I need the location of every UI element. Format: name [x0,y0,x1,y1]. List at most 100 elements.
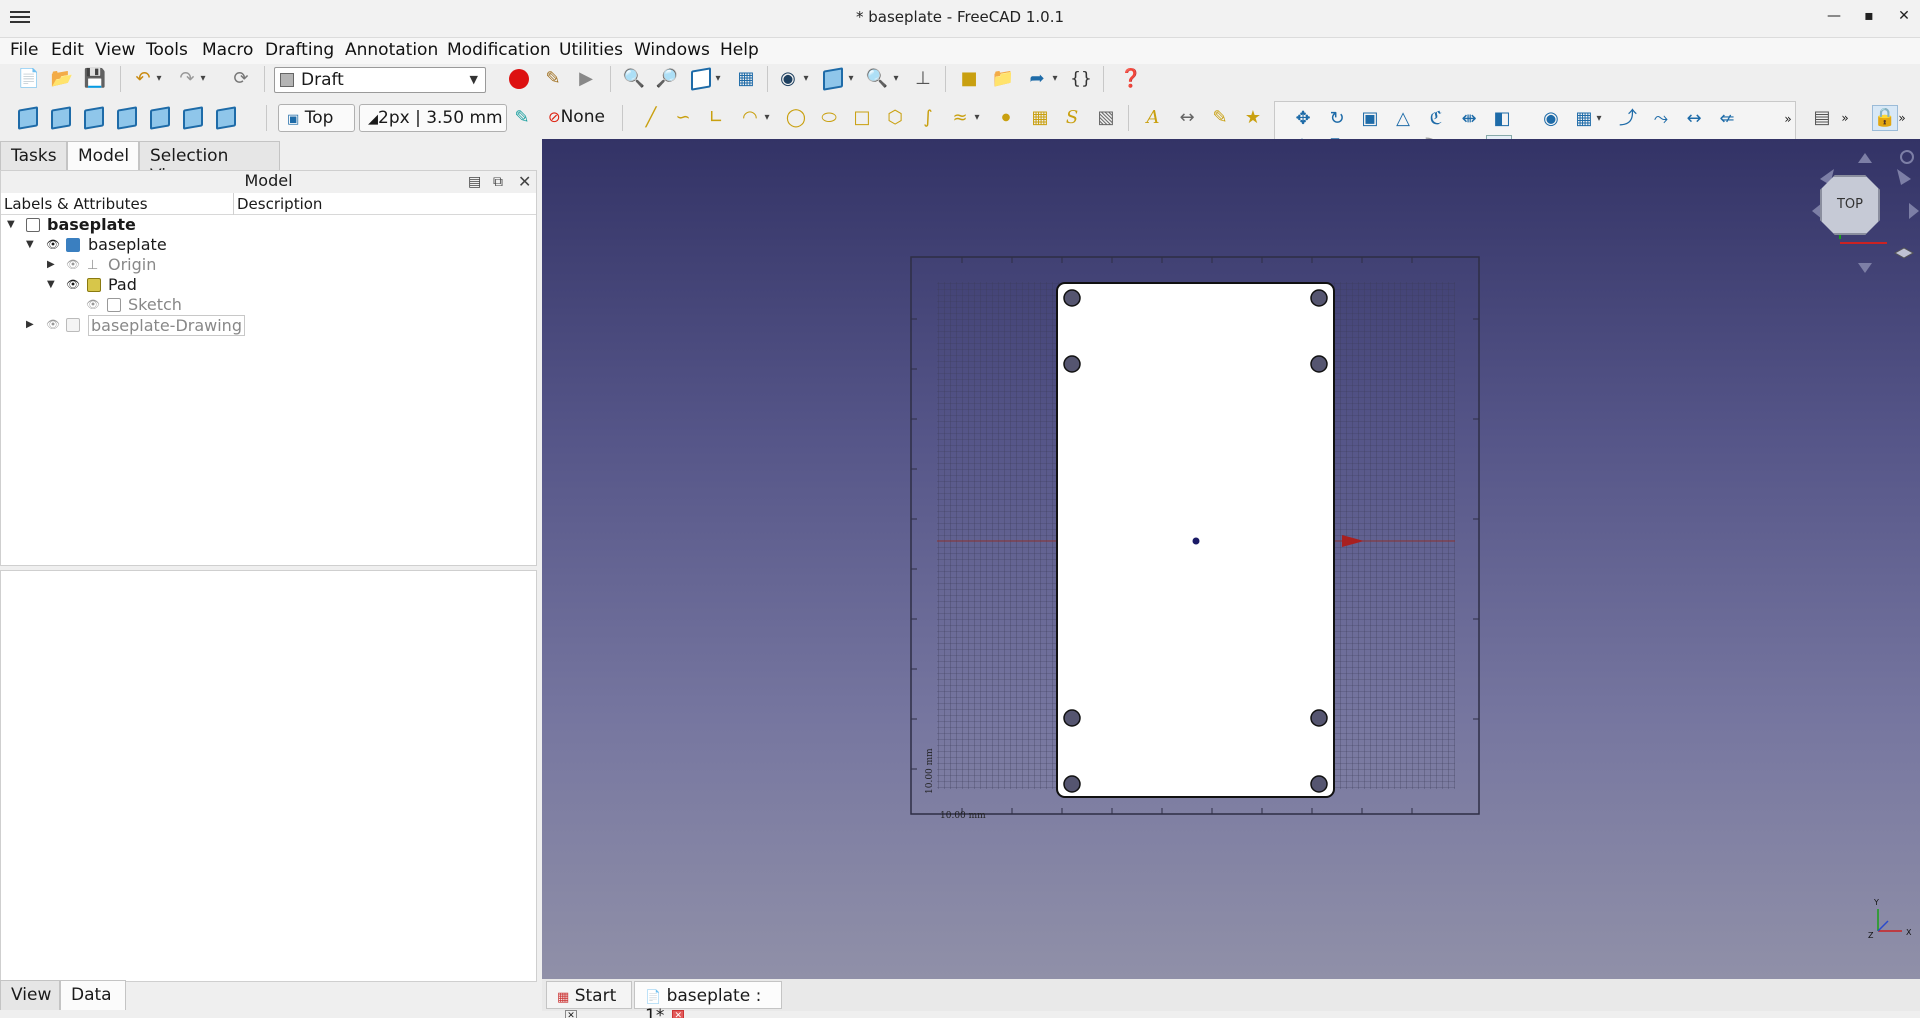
hole[interactable] [1310,709,1328,727]
draw-style-icon[interactable] [688,66,714,92]
menu-macro[interactable]: Macro [202,40,253,60]
draft-ellipse-icon[interactable]: ⬭ [816,105,842,131]
std-views-icon[interactable] [820,66,846,92]
menu-help[interactable]: Help [720,40,759,60]
move-icon[interactable]: ✥ [1290,106,1316,132]
array-dropdown-icon[interactable]: ▾ [1593,106,1605,132]
close-tab-icon[interactable]: ✕ [565,1010,577,1018]
clone-icon[interactable]: ◉ [1538,106,1564,132]
view-bottom-icon[interactable] [180,105,206,131]
tree-item-body[interactable]: ▼ 👁 baseplate [7,235,527,255]
nav-down-arrow-icon[interactable] [1858,263,1872,273]
3d-viewport[interactable]: 10.00 mm 10.00 mm Y X Z [542,139,1920,979]
menu-file[interactable]: File [10,40,38,60]
stereo-icon[interactable]: ◉ [775,66,801,92]
draw-style-dropdown-icon[interactable]: ▾ [712,66,724,92]
upgrade-icon[interactable]: ⇍ [1714,106,1740,132]
view-rear-icon[interactable] [147,105,173,131]
measure-icon[interactable]: ⊥ [910,66,936,92]
stereo-dropdown-icon[interactable]: ▾ [800,66,812,92]
group-icon[interactable]: 📁 [990,66,1016,92]
nav-right-arrow-icon[interactable] [1909,203,1919,219]
refresh-icon[interactable]: ⟳ [228,66,254,92]
hole[interactable] [1063,289,1081,307]
offset-icon[interactable]: ℭ [1423,106,1449,132]
rotate-icon[interactable]: ↻ [1324,106,1350,132]
rotate-right-arrow-icon[interactable] [1897,169,1911,185]
toolbar-overflow-2-icon[interactable]: » [1895,105,1909,131]
draft-fillet-icon[interactable]: ∟ [703,105,729,131]
draft-line-icon[interactable]: ╱ [638,105,664,131]
view-isometric-icon[interactable] [15,105,41,131]
close-tab-icon[interactable]: ✕ [672,1010,685,1018]
menu-modification[interactable]: Modification [447,40,551,60]
draft-arc-icon[interactable]: ◠ [737,105,763,131]
hole[interactable] [1310,355,1328,373]
property-panel[interactable] [0,570,537,982]
draft-polygon-icon[interactable]: ⬡ [882,105,908,131]
layer-manager-icon[interactable]: ▤ [1809,105,1835,131]
tab-selection-view[interactable]: Selection View [139,141,280,186]
redo-dropdown-icon[interactable]: ▾ [197,66,209,92]
draft-circle-icon[interactable]: ◯ [783,105,809,131]
float-icon[interactable]: ⧉ [493,174,503,190]
workbench-selector[interactable]: Draft ▼ [274,67,486,93]
toolbar-overflow-icon[interactable]: » [1838,105,1852,131]
snap-style-button[interactable]: ⊘None [540,104,620,132]
hole[interactable] [1063,355,1081,373]
tab-model[interactable]: Model [67,141,139,171]
tree-item-drawing[interactable]: ▶ 👁 baseplate-Drawing [7,315,527,336]
draft-facebinder-icon[interactable]: ▦ [1027,105,1053,131]
view-top-icon[interactable] [81,105,107,131]
view-left-icon[interactable] [213,105,239,131]
close-panel-icon[interactable]: ✕ [518,172,531,191]
hidden-eye-icon[interactable]: 👁 [86,298,100,311]
link-dropdown-icon[interactable]: ▾ [1049,66,1061,92]
link-make-icon[interactable]: ➦ [1024,66,1050,92]
draft-hatch-icon[interactable]: ▧ [1093,105,1119,131]
navcube-top-face[interactable]: TOP [1822,197,1878,212]
view-front-icon[interactable] [48,105,74,131]
col-description[interactable]: Description [237,195,322,213]
expand-arrow-icon[interactable]: ▼ [26,239,34,250]
hidden-eye-icon[interactable]: 👁 [66,258,80,271]
draft-text-icon[interactable]: A [1140,105,1166,131]
macro-run-icon[interactable]: ▶ [573,66,599,92]
zoom-dropdown-icon[interactable]: ▾ [890,66,902,92]
new-document-icon[interactable]: 📄 [16,66,42,92]
shape2dview-icon[interactable]: ◧ [1489,106,1515,132]
view-right-icon[interactable] [114,105,140,131]
split-icon[interactable]: ↔ [1681,106,1707,132]
col-labels[interactable]: Labels & Attributes [4,195,148,213]
draft-rectangle-icon[interactable]: □ [849,105,875,131]
toggle-construction-icon[interactable]: ✎ [509,105,535,131]
open-document-icon[interactable]: 📂 [49,66,75,92]
draft-shapestring-icon[interactable]: S [1059,105,1085,131]
tab-view[interactable]: View [0,980,60,1010]
minimize-icon[interactable]: — [1820,8,1848,24]
hole[interactable] [1310,775,1328,793]
collapse-arrow-icon[interactable]: ▶ [26,319,34,330]
join-icon[interactable]: ⤳ [1648,106,1674,132]
whats-this-icon[interactable]: ❓ [1118,66,1144,92]
nav-menu-icon[interactable] [1900,150,1914,164]
menu-annotation[interactable]: Annotation [345,40,438,60]
menu-edit[interactable]: Edit [51,40,84,60]
more-tools-icon[interactable]: » [1781,106,1795,132]
tab-start[interactable]: ▦ Start✕ [546,981,632,1018]
bezier-dropdown-icon[interactable]: ▾ [971,105,983,131]
tree-item-sketch[interactable]: 👁 Sketch [7,295,527,315]
fit-selection-icon[interactable]: 🔎 [654,66,680,92]
visibility-eye-icon[interactable]: 👁 [46,238,60,251]
annotation-style-icon[interactable]: ★ [1240,105,1266,131]
zoom-icon[interactable]: 🔍 [864,66,890,92]
draft-bezier-icon[interactable]: ≈ [947,105,973,131]
expand-arrow-icon[interactable]: ▼ [7,219,15,230]
save-document-icon[interactable]: 💾 [82,66,108,92]
draft-wire-icon[interactable]: ∽ [670,105,696,131]
draft-bspline-icon[interactable]: ∫ [915,105,941,131]
tree-item-origin[interactable]: ▶ 👁 ⊥ Origin [7,255,527,275]
draft-label-icon[interactable]: ✎ [1207,105,1233,131]
scale-icon[interactable]: ▣ [1357,106,1383,132]
stretch-icon[interactable]: ⇼ [1456,106,1482,132]
